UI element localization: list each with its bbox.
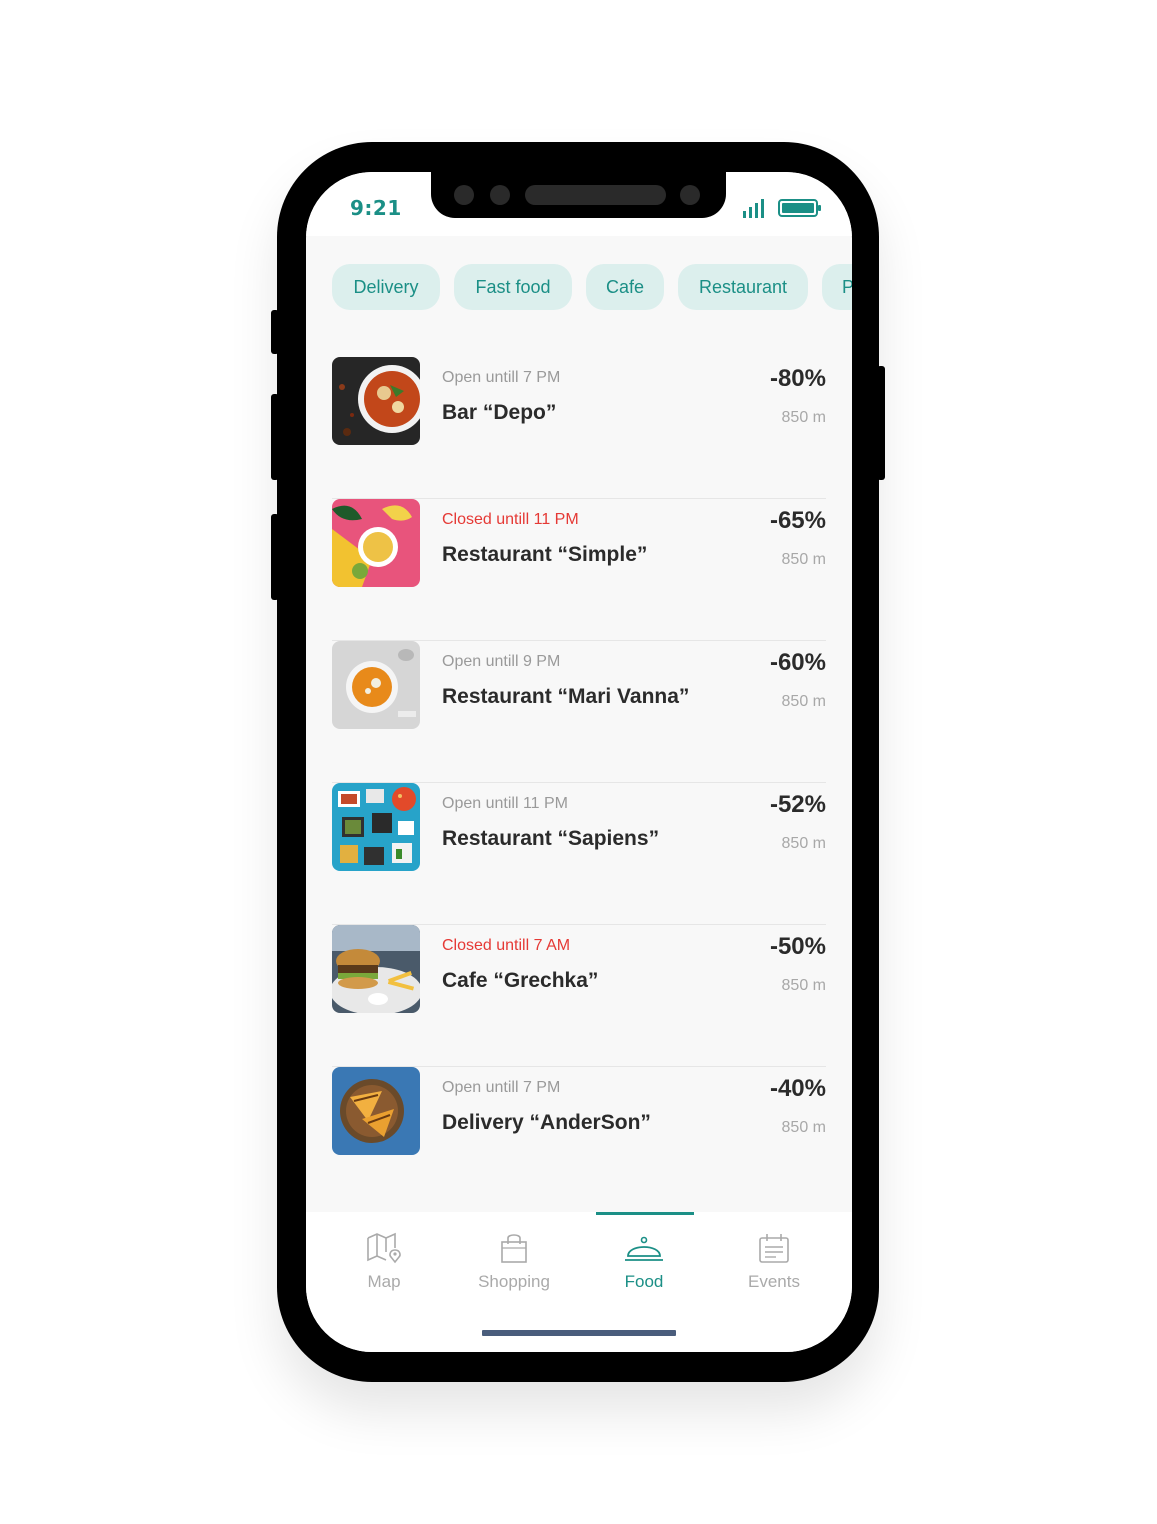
place-image: [332, 641, 420, 729]
list-item[interactable]: Open untill 9 PM Restaurant “Mari Vanna”…: [332, 641, 826, 783]
power-button: [877, 366, 885, 480]
discount-badge: -65%: [769, 507, 826, 534]
tab-label: Events: [748, 1272, 800, 1291]
cloche-icon: [625, 1236, 663, 1261]
shopping-bag-icon: [501, 1234, 527, 1263]
place-distance: 850 m: [781, 1119, 826, 1136]
tab-label: Map: [367, 1272, 401, 1291]
place-image: [332, 783, 420, 871]
place-distance: 850 m: [781, 835, 826, 852]
list-item[interactable]: Open untill 7 PM Delivery “AnderSon” -40…: [332, 1067, 826, 1209]
place-distance: 850 m: [781, 693, 826, 710]
list-item[interactable]: Open untill 7 PM Bar “Depo” -80% 850 m: [332, 357, 826, 499]
place-image: [332, 925, 420, 1013]
place-name: Restaurant “Sapiens”: [442, 827, 660, 850]
tab-food[interactable]: Food: [579, 1212, 709, 1312]
sensor-dot: [490, 185, 510, 205]
discount-badge: -52%: [769, 791, 826, 818]
discount-badge: -80%: [769, 365, 826, 392]
place-status: Closed untill 7 AM: [442, 937, 571, 954]
place-name: Cafe “Grechka”: [442, 969, 599, 992]
home-indicator[interactable]: [482, 1330, 676, 1336]
place-name: Bar “Depo”: [442, 401, 557, 424]
tab-shopping[interactable]: Shopping: [449, 1212, 579, 1312]
place-name: Delivery “AnderSon”: [442, 1111, 651, 1134]
chip-cafe[interactable]: Cafe: [586, 264, 664, 310]
place-distance: 850 m: [781, 977, 826, 994]
tab-events[interactable]: Events: [709, 1212, 839, 1312]
place-status: Open untill 11 PM: [442, 795, 568, 812]
status-bar: 9:21: [306, 172, 852, 236]
category-filter-bar: Delivery Fast food Cafe Restaurant P: [306, 264, 852, 312]
list-item[interactable]: Open untill 11 PM Restaurant “Sapiens” -…: [332, 783, 826, 925]
volume-up-button: [271, 394, 279, 480]
volume-down-button: [271, 514, 279, 600]
app-screen: 9:21 Delivery Fast food Cafe Restaurant …: [306, 172, 852, 1352]
place-name: Restaurant “Mari Vanna”: [442, 685, 690, 708]
place-status: Closed untill 11 PM: [442, 511, 579, 528]
battery-icon: [778, 199, 821, 217]
place-distance: 850 m: [781, 551, 826, 568]
place-status: Open untill 7 PM: [442, 1079, 561, 1096]
list-item[interactable]: Closed untill 7 AM Cafe “Grechka” -50% 8…: [332, 925, 826, 1067]
speaker-grille: [525, 185, 666, 205]
signal-icon: [743, 199, 764, 218]
list-item[interactable]: Closed untill 11 PM Restaurant “Simple” …: [332, 499, 826, 641]
mute-switch: [271, 310, 279, 354]
place-status: Open untill 7 PM: [442, 369, 561, 386]
tab-map[interactable]: Map: [319, 1212, 449, 1312]
place-name: Restaurant “Simple”: [442, 543, 648, 566]
chip-fast-food[interactable]: Fast food: [454, 264, 572, 310]
place-status: Open untill 9 PM: [442, 653, 561, 670]
camera-dot: [680, 185, 700, 205]
place-image: [332, 1067, 420, 1155]
discount-badge: -60%: [769, 649, 826, 676]
calendar-icon: [759, 1234, 789, 1263]
tab-label: Food: [624, 1272, 664, 1291]
chip-restaurant[interactable]: Restaurant: [678, 264, 808, 310]
chip-delivery[interactable]: Delivery: [332, 264, 440, 310]
place-image: [332, 499, 420, 587]
tab-label: Shopping: [478, 1272, 550, 1291]
chip-partial[interactable]: P: [822, 264, 852, 310]
discount-badge: -50%: [769, 933, 826, 960]
sensor-dot: [454, 185, 474, 205]
notch: [431, 172, 726, 218]
status-time: 9:21: [350, 196, 402, 220]
place-image: [332, 357, 420, 445]
discount-badge: -40%: [769, 1075, 826, 1102]
place-distance: 850 m: [781, 409, 826, 426]
map-icon: [367, 1232, 401, 1264]
